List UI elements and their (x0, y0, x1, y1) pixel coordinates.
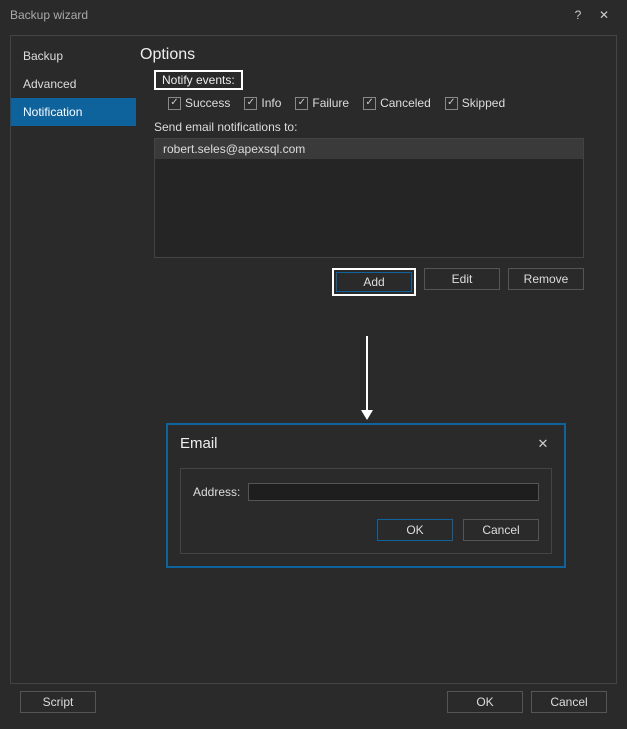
checkbox-failure[interactable]: ✓ Failure (295, 96, 349, 110)
notify-events-label: Notify events: (154, 70, 243, 90)
recipients-listbox[interactable]: robert.seles@apexsql.com (154, 138, 584, 258)
add-button-highlight: Add (332, 268, 416, 296)
check-icon: ✓ (244, 97, 257, 110)
sidebar-item-backup[interactable]: Backup (11, 42, 136, 70)
email-dialog: Email ✕ Address: OK Cancel (166, 423, 566, 568)
add-button[interactable]: Add (336, 272, 412, 292)
email-dialog-title: Email (180, 435, 218, 452)
window-close-button[interactable]: ✕ (591, 4, 617, 26)
email-dialog-body: Address: OK Cancel (180, 468, 552, 554)
notify-events-checkboxes: ✓ Success ✓ Info ✓ Failure ✓ Canceled ✓ (168, 96, 604, 110)
edit-button[interactable]: Edit (424, 268, 500, 290)
help-button[interactable]: ? (565, 4, 591, 26)
sidebar: Backup Advanced Notification (11, 36, 136, 683)
checkbox-label: Canceled (380, 96, 431, 110)
annotation-arrow-head (361, 410, 373, 420)
ok-button[interactable]: OK (447, 691, 523, 713)
backup-wizard-window: Backup wizard ? ✕ Backup Advanced Notifi… (0, 0, 627, 729)
close-icon[interactable]: ✕ (534, 436, 552, 452)
checkbox-info[interactable]: ✓ Info (244, 96, 281, 110)
check-icon: ✓ (363, 97, 376, 110)
checkbox-label: Skipped (462, 96, 505, 110)
titlebar: Backup wizard ? ✕ (0, 0, 627, 30)
footer: Script OK Cancel (0, 684, 627, 729)
recipients-buttons: Add Edit Remove (154, 268, 584, 296)
checkbox-label: Success (185, 96, 230, 110)
send-to-label: Send email notifications to: (154, 120, 604, 134)
panel-heading: Options (140, 46, 604, 64)
annotation-arrow (366, 336, 368, 416)
email-cancel-button[interactable]: Cancel (463, 519, 539, 541)
sidebar-item-notification[interactable]: Notification (11, 98, 136, 126)
sidebar-item-advanced[interactable]: Advanced (11, 70, 136, 98)
address-input[interactable] (248, 483, 539, 501)
checkbox-success[interactable]: ✓ Success (168, 96, 230, 110)
content-frame: Backup Advanced Notification Options Not… (10, 35, 617, 684)
email-dialog-titlebar: Email ✕ (168, 425, 564, 456)
list-item[interactable]: robert.seles@apexsql.com (155, 139, 583, 159)
check-icon: ✓ (168, 97, 181, 110)
address-row: Address: (193, 483, 539, 501)
window-title: Backup wizard (10, 8, 565, 22)
cancel-button[interactable]: Cancel (531, 691, 607, 713)
email-dialog-buttons: OK Cancel (193, 519, 539, 541)
check-icon: ✓ (295, 97, 308, 110)
checkbox-canceled[interactable]: ✓ Canceled (363, 96, 431, 110)
check-icon: ✓ (445, 97, 458, 110)
email-ok-button[interactable]: OK (377, 519, 453, 541)
checkbox-label: Info (261, 96, 281, 110)
checkbox-skipped[interactable]: ✓ Skipped (445, 96, 505, 110)
options-panel: Options Notify events: ✓ Success ✓ Info … (136, 36, 616, 683)
address-label: Address: (193, 485, 240, 499)
remove-button[interactable]: Remove (508, 268, 584, 290)
script-button[interactable]: Script (20, 691, 96, 713)
checkbox-label: Failure (312, 96, 349, 110)
